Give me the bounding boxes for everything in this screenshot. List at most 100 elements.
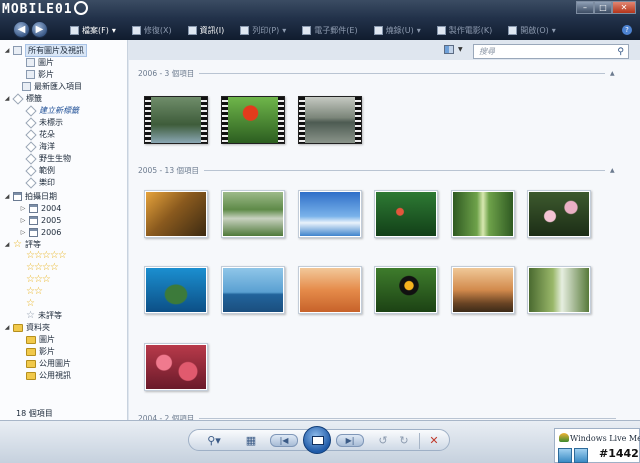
nav-tag-item[interactable]: 花朵	[25, 128, 55, 141]
nav-date-taken[interactable]: ◢ 拍攝日期	[4, 191, 57, 202]
video-thumbnail[interactable]	[221, 96, 285, 144]
rotate-counterclockwise-icon[interactable]: ↺	[375, 434, 391, 448]
group-header-2005[interactable]: 2005 - 13 個項目 ▲	[138, 165, 616, 175]
nav-folder-item[interactable]: 圖片	[26, 334, 55, 345]
photo-thumbnail[interactable]	[144, 266, 208, 314]
picture-icon	[26, 58, 35, 67]
photo-thumbnail[interactable]	[221, 266, 285, 314]
empty-star-icon: ☆	[26, 309, 35, 321]
calendar-icon	[13, 192, 22, 201]
nav-rating-3[interactable]: ☆☆☆	[26, 273, 51, 285]
rotate-clockwise-icon[interactable]: ↻	[396, 434, 412, 448]
chevron-down-icon: ▼	[458, 46, 463, 53]
nav-untagged[interactable]: 未標示	[25, 116, 63, 129]
photo-thumbnail[interactable]	[374, 266, 438, 314]
nav-folders[interactable]: ◢ 資料夾	[4, 322, 50, 333]
slideshow-icon	[312, 436, 324, 445]
delete-icon[interactable]: ✕	[426, 434, 442, 448]
next-button[interactable]: ▶|	[336, 434, 364, 447]
tag-icon	[25, 140, 37, 153]
photo-thumbnail[interactable]	[144, 343, 208, 391]
nav-year[interactable]: ▷ 2004	[20, 203, 61, 214]
video-thumbnail[interactable]	[298, 96, 362, 144]
nav-tag-item[interactable]: 範例	[25, 164, 55, 177]
video-thumbnail[interactable]	[144, 96, 208, 144]
nav-tag-item[interactable]: 海洋	[25, 140, 55, 153]
nav-create-tag[interactable]: 建立新標籤	[25, 104, 79, 117]
help-button[interactable]: ?	[622, 25, 632, 35]
group-header-2006[interactable]: 2006 - 3 個項目 ▲	[138, 68, 616, 78]
four-stars-icon: ☆☆☆☆	[26, 261, 59, 273]
new-tag-icon	[25, 104, 37, 117]
photo-thumbnail[interactable]	[298, 190, 362, 238]
messenger-butterfly-icon	[559, 433, 569, 442]
minimize-button[interactable]: –	[576, 1, 594, 14]
menu-open[interactable]: 開啟(O) ▾	[500, 23, 564, 37]
pictures-library-icon	[13, 46, 22, 55]
nav-rating-5[interactable]: ☆☆☆☆☆	[26, 250, 67, 261]
nav-all-media[interactable]: ◢ 所有圖片及視訊	[4, 44, 87, 57]
nav-tag-item[interactable]: 野生生物	[25, 152, 71, 165]
photo-thumbnail[interactable]	[451, 190, 515, 238]
item-count: 18 個項目	[16, 409, 53, 418]
menu-print[interactable]: 列印(P) ▾	[232, 23, 294, 37]
nav-folder-item[interactable]: 公用圖片	[26, 358, 71, 369]
photo-thumbnail[interactable]	[374, 190, 438, 238]
play-slideshow-button[interactable]	[303, 426, 331, 454]
menu-file[interactable]: 檔案(F) ▾	[62, 23, 124, 37]
nav-year[interactable]: ▷ 2005	[20, 215, 61, 226]
photo-thumbnail[interactable]	[527, 266, 591, 314]
folder-icon	[26, 371, 36, 380]
tag-icon	[25, 152, 37, 165]
zoom-icon[interactable]: ⚲▾	[206, 434, 222, 448]
nav-videos[interactable]: 影片	[26, 69, 54, 80]
calendar-icon	[29, 216, 38, 225]
photo-thumbnail[interactable]	[221, 190, 285, 238]
maximize-button[interactable]: □	[594, 1, 612, 14]
search-input[interactable]: 搜尋 ⚲	[473, 44, 629, 59]
nav-ratings[interactable]: ◢ ☆ 評等	[4, 239, 41, 250]
menu-make-movie[interactable]: 製作電影(K)	[429, 23, 501, 37]
nav-rating-1[interactable]: ☆	[26, 298, 35, 309]
thumbnail-pane: 2006 - 3 個項目 ▲ 2005 - 13 個項目 ▲ 2004 - 2 個項…	[129, 60, 640, 423]
watermark: #1442	[599, 447, 639, 460]
folder-icon	[26, 359, 36, 368]
photo-thumbnail[interactable]	[527, 190, 591, 238]
view-icon	[444, 45, 454, 54]
calendar-icon	[29, 228, 38, 237]
menu-burn[interactable]: 燒錄(U) ▾	[366, 23, 429, 37]
nav-rating-2[interactable]: ☆☆	[26, 285, 43, 297]
three-stars-icon: ☆☆☆	[26, 273, 51, 285]
nav-tag-item[interactable]: 樂印	[25, 176, 55, 189]
nav-year[interactable]: ▷ 2006	[20, 227, 61, 238]
nav-folder-item[interactable]: 公用視訊	[26, 370, 71, 381]
nav-unrated[interactable]: ☆ 未評等	[26, 310, 62, 321]
view-button[interactable]: ▼	[444, 45, 463, 54]
menu-fix[interactable]: 修復(X)	[124, 23, 180, 37]
nav-folder-item[interactable]: 影片	[26, 346, 55, 357]
calendar-icon	[29, 204, 38, 213]
back-button[interactable]: ◀	[13, 21, 30, 38]
two-stars-icon: ☆☆	[26, 285, 43, 297]
actual-size-icon[interactable]: ▦	[243, 434, 259, 448]
nav-tags[interactable]: ◢ 標籤	[4, 92, 42, 105]
photo-thumbnail[interactable]	[298, 266, 362, 314]
star-icon: ☆	[13, 238, 22, 250]
info-icon	[187, 25, 197, 35]
fix-icon	[131, 25, 141, 35]
menu-info[interactable]: 資訊(I)	[180, 23, 233, 37]
close-button[interactable]: ✕	[612, 1, 636, 14]
photo-thumbnail[interactable]	[144, 190, 208, 238]
forward-button[interactable]: ▶	[31, 21, 48, 38]
nav-pictures[interactable]: 圖片	[26, 57, 54, 68]
photo-thumbnail[interactable]	[451, 266, 515, 314]
folder-icon	[26, 347, 36, 356]
command-bar: 檔案(F) ▾ 修復(X) 資訊(I) 列印(P) ▾ 電子郵件(E) 燒錄(U) ▾…	[62, 23, 564, 37]
import-icon	[22, 82, 31, 91]
previous-button[interactable]: |◀	[270, 434, 298, 447]
tag-icon	[25, 116, 37, 129]
nav-recently-imported[interactable]: 最新匯入項目	[22, 81, 82, 92]
menu-email[interactable]: 電子郵件(E)	[294, 23, 365, 37]
folder-icon	[26, 335, 36, 344]
nav-rating-4[interactable]: ☆☆☆☆	[26, 261, 59, 273]
